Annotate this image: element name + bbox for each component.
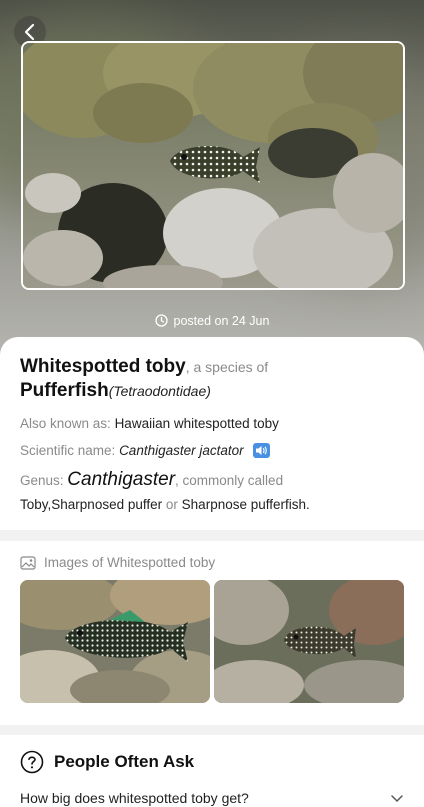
question-circle-icon — [20, 750, 44, 774]
or-label: or — [165, 497, 178, 512]
images-title: Images of Whitespotted toby — [44, 555, 216, 570]
thumbnail-image[interactable] — [214, 580, 404, 703]
period: . — [306, 497, 310, 512]
scientific-value: Canthigaster jactator — [119, 443, 244, 458]
reef-photo-illustration — [23, 43, 403, 288]
common-name-2: Sharpnosed puffer — [51, 497, 163, 512]
species-common-name: Whitespotted toby — [20, 356, 186, 377]
hero-background: posted on 24 Jun — [0, 0, 424, 360]
common-names-line: Toby,Sharpnosed puffer or Sharpnose puff… — [20, 493, 404, 517]
chevron-left-icon — [24, 23, 35, 41]
commonly-called-label: , commonly called — [175, 473, 284, 488]
posted-date: posted on 24 Jun — [0, 314, 424, 330]
common-name-3: Sharpnose pufferfish — [181, 497, 307, 512]
image-icon — [20, 555, 36, 570]
question-row[interactable]: How big does whitespotted toby get? — [20, 790, 404, 806]
image-thumbnails — [20, 580, 404, 703]
species-info-card: Whitespotted toby, a species of Pufferfi… — [0, 337, 424, 530]
thumbnail-image[interactable] — [20, 580, 210, 703]
chevron-down-icon — [391, 795, 403, 803]
common-name-1: Toby — [20, 497, 48, 512]
genus-value: Canthigaster — [67, 469, 176, 490]
also-known-as: Also known as: Hawaiian whitespotted tob… — [20, 415, 404, 433]
ask-title: People Often Ask — [54, 752, 195, 771]
family-common-name: Pufferfish — [20, 380, 109, 401]
genus-label: Genus: — [20, 473, 64, 488]
ask-header: People Often Ask — [20, 750, 404, 774]
question-text: How big does whitespotted toby get? — [20, 790, 249, 806]
genus-line: Genus: Canthigaster, commonly called — [20, 468, 404, 493]
scientific-name: Scientific name: Canthigaster jactator — [20, 442, 404, 460]
species-title: Whitespotted toby, a species of — [20, 355, 404, 379]
posted-label: posted on 24 Jun — [173, 314, 270, 328]
speaker-icon[interactable] — [253, 443, 271, 458]
family-scientific-name: (Tetraodontidae) — [108, 383, 211, 399]
main-photo[interactable] — [21, 41, 405, 290]
aka-value: Hawaiian whitespotted toby — [114, 416, 279, 431]
scientific-label: Scientific name: — [20, 443, 116, 458]
species-of-label: , a species of — [185, 359, 269, 375]
clock-icon — [154, 314, 168, 330]
people-often-ask-section: People Often Ask How big does whitespott… — [0, 735, 424, 807]
aka-label: Also known as: — [20, 416, 111, 431]
images-section: Images of Whitespotted toby — [0, 541, 424, 725]
images-header: Images of Whitespotted toby — [20, 555, 404, 570]
family-line: Pufferfish(Tetraodontidae) — [20, 379, 404, 403]
